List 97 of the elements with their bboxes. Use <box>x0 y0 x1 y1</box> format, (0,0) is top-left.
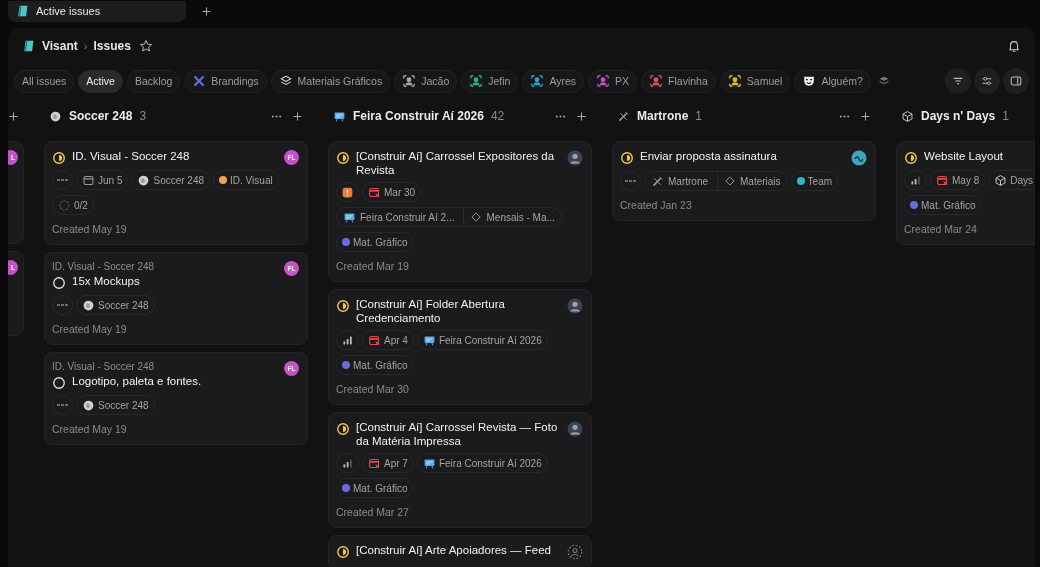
sliders-icon <box>980 74 994 88</box>
project-chip[interactable]: Feira Construir Aí 2... <box>337 208 461 226</box>
ball-icon <box>82 298 95 312</box>
add-issue-button[interactable] <box>575 109 588 123</box>
tab[interactable]: Active issues <box>8 0 186 22</box>
view-tab[interactable]: All issues <box>14 69 75 93</box>
issue-card[interactable]: [Construir Aí] Carrossel Revista — Foto da Matéria Impressa Apr 7 Feira Construir Aí 2026 Mat. Gráfico Created Mar 27 <box>328 412 592 528</box>
board-icon <box>343 210 356 224</box>
plus-icon <box>291 109 304 123</box>
view-tab[interactable]: Brandings <box>184 69 267 93</box>
parent-issue[interactable]: ID. Visual - Soccer 248 <box>52 261 278 272</box>
issue-count: 3 <box>139 109 147 123</box>
column-title: Feira Construir Aí 2026 <box>353 109 484 123</box>
pen-icon <box>651 174 664 188</box>
plus-icon <box>8 109 20 123</box>
diamond-icon <box>724 175 736 187</box>
unassigned-avatar-icon <box>567 544 583 560</box>
issue-title: 15x Mockups <box>72 275 140 289</box>
view-tab[interactable]: Jacão <box>394 69 458 93</box>
add-issue-button[interactable] <box>291 109 304 123</box>
view-tab[interactable]: Active <box>78 69 123 93</box>
board-icon <box>422 333 436 347</box>
avatar-icon <box>567 150 583 166</box>
plus-icon <box>859 109 872 123</box>
ball-icon <box>49 109 62 123</box>
issue-count: 1 <box>1002 109 1009 123</box>
view-tab[interactable]: Alguém? <box>794 69 871 93</box>
created-date: Created Mar 27 <box>336 506 410 518</box>
urgent-priority-icon <box>341 185 354 199</box>
book-icon <box>22 39 36 53</box>
board-icon <box>422 456 436 470</box>
project-chip[interactable]: Martrone <box>645 172 714 190</box>
ball-icon <box>82 398 95 412</box>
plus-icon <box>200 4 213 18</box>
view-tab[interactable]: Backlog <box>126 69 181 93</box>
filter-button[interactable] <box>945 68 971 94</box>
issue-count: 1 <box>695 109 703 123</box>
issue-title: ID. Visual - Soccer 248 <box>72 150 190 164</box>
view-tab[interactable]: PX <box>588 69 638 93</box>
display-options-button[interactable] <box>974 68 1000 94</box>
mask-icon <box>802 74 817 88</box>
diamond-icon <box>470 211 483 223</box>
issue-title: [Construir Aí] Carrossel Expositores da Revista <box>356 150 556 177</box>
add-issue-button[interactable] <box>8 109 20 123</box>
issue-title: [Construir Aí] Carrossel Revista — Foto da Matéria Impressa <box>356 421 559 448</box>
bell-icon <box>1007 39 1021 53</box>
parent-issue[interactable]: ID. Visual - Soccer 248 <box>52 361 278 372</box>
board-icon <box>333 109 346 123</box>
priority-bars-icon <box>909 173 922 187</box>
created-date: Created Jan 23 <box>620 199 693 211</box>
crossed-tools-icon <box>192 74 207 88</box>
cube-icon <box>901 109 914 123</box>
created-date: Created Mar 19 <box>336 260 410 272</box>
issue-title: Website Layout <box>924 150 1004 164</box>
created-date: Created May 19 <box>52 223 128 235</box>
view-tab[interactable]: Jefin <box>461 69 519 93</box>
view-tab[interactable]: Ayres <box>522 69 585 93</box>
issue-title: [Construir Aí] Arte Apoiadores — Feed <box>356 544 551 558</box>
layers-icon <box>278 74 293 88</box>
avatar-icon <box>567 298 583 314</box>
issue-card[interactable]: Website Layout May 8 Days Mat. Gráfico Created Mar 24 <box>896 141 1035 245</box>
view-tab[interactable]: Samuel <box>719 69 791 93</box>
milestone-chip[interactable]: Materiais <box>717 172 787 190</box>
issue-card[interactable]: [Construir Aí] Arte Apoiadores — Feed <box>328 535 592 567</box>
issue-title: [Construir Aí] Folder Abertura Credenciamento <box>356 298 506 325</box>
view-tab[interactable]: Flavinha <box>641 69 716 93</box>
ball-icon <box>137 173 151 187</box>
created-date: Created Mar 24 <box>904 223 978 235</box>
column-title: Martrone <box>637 109 689 123</box>
workspace-name[interactable]: Visant <box>42 39 78 53</box>
side-panel-icon <box>1009 74 1023 88</box>
view-tab[interactable]: Materiais Gráficos <box>270 69 391 93</box>
avatar-icon <box>567 421 583 437</box>
pen-icon <box>617 109 630 123</box>
book-icon <box>16 4 30 18</box>
issue-card[interactable]: [Construir Aí] Carrossel Expositores da Revista Mar 30 Feira Construir Aí 2... Mensais - Ma... Mat. Gráfico Created Mar 19 <box>328 141 592 282</box>
issue-title: Logotipo, paleta e fontes. <box>72 375 202 389</box>
issue-card[interactable]: [Construir Aí] Folder Abertura Credenciamento Apr 4 Feira Construir Aí 2026 Mat. Gráfico Created Mar 30 <box>328 289 592 405</box>
column-title: Soccer 248 <box>69 109 133 123</box>
priority-bars-icon <box>341 333 354 347</box>
plus-icon <box>575 109 588 123</box>
progress-ring-icon <box>58 198 71 212</box>
star-icon <box>138 39 153 53</box>
page-title: Issues <box>93 39 131 53</box>
column-title: Days n' Days <box>921 109 996 123</box>
created-date: Created May 19 <box>52 423 128 435</box>
issue-title: Enviar proposta assinatura <box>640 150 777 164</box>
milestone-chip[interactable]: Mensais - Ma... <box>463 208 561 226</box>
breadcrumb-separator: › <box>83 40 88 52</box>
issue-count: 42 <box>490 109 505 123</box>
side-panel-button[interactable] <box>1003 68 1029 94</box>
issue-card[interactable]: Enviar proposta assinatura Martrone Materiais Team Created Jan 23 <box>612 141 876 221</box>
created-date: Created May 19 <box>52 323 128 335</box>
cube-icon <box>994 173 1008 187</box>
add-issue-button[interactable] <box>859 109 872 123</box>
created-date: Created Mar 30 <box>336 383 410 395</box>
priority-bars-icon <box>341 456 354 470</box>
